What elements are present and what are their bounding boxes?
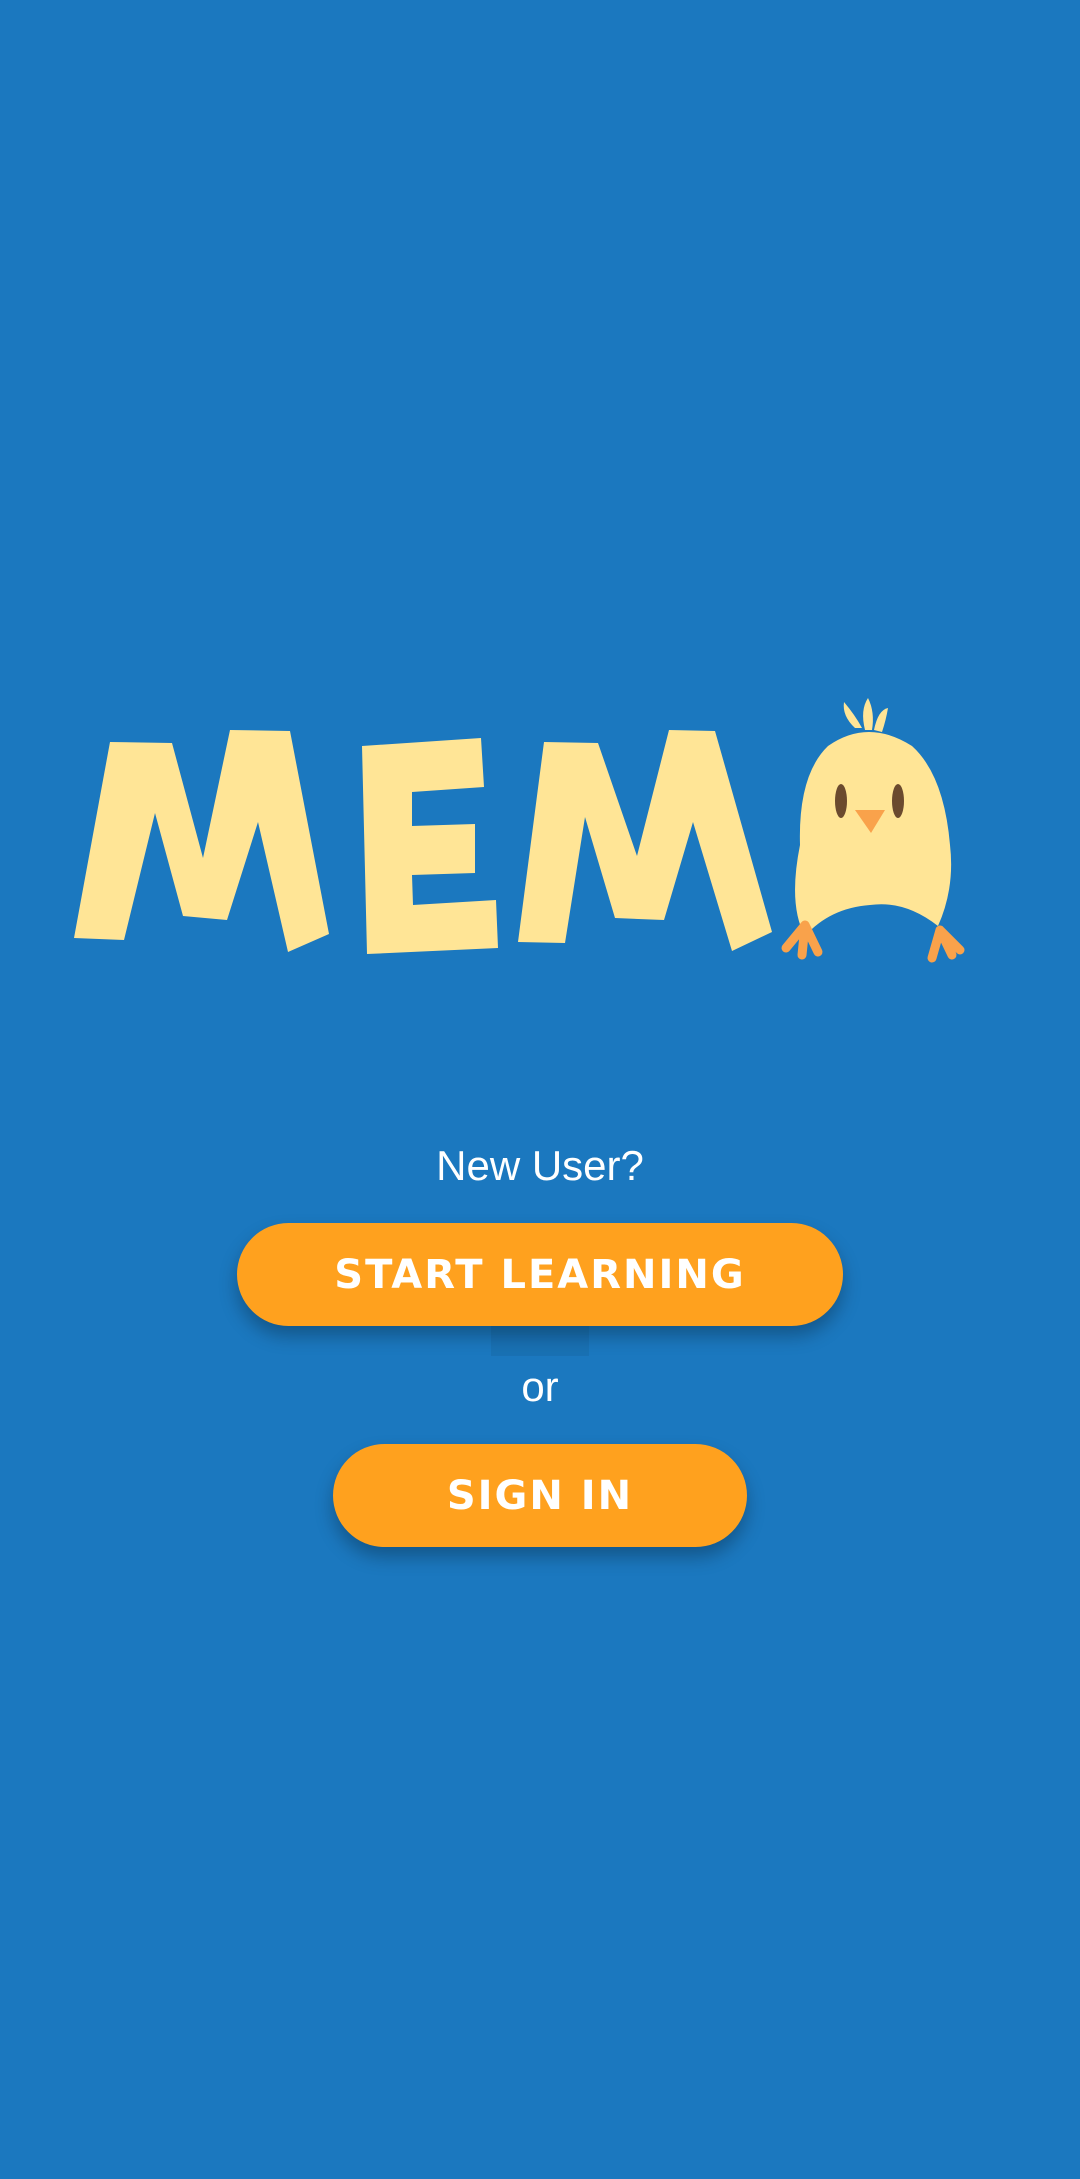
button-ripple — [491, 1326, 589, 1356]
start-learning-button-label: START LEARNING — [334, 1251, 746, 1298]
start-learning-button[interactable]: START LEARNING — [237, 1223, 843, 1326]
sign-in-button[interactable]: SIGN IN — [333, 1444, 747, 1547]
or-separator: or — [521, 1363, 559, 1410]
welcome-screen: New User? START LEARNING or SIGN IN — [0, 0, 1080, 2179]
logo-letter-e — [362, 738, 498, 954]
chick-mascot-icon — [781, 698, 965, 963]
logo-letter-m-first — [74, 730, 329, 952]
memo-logo — [60, 680, 1020, 980]
logo-letter-m-second — [518, 730, 772, 951]
sign-in-button-label: SIGN IN — [446, 1472, 634, 1519]
new-user-prompt: New User? — [436, 1142, 644, 1189]
